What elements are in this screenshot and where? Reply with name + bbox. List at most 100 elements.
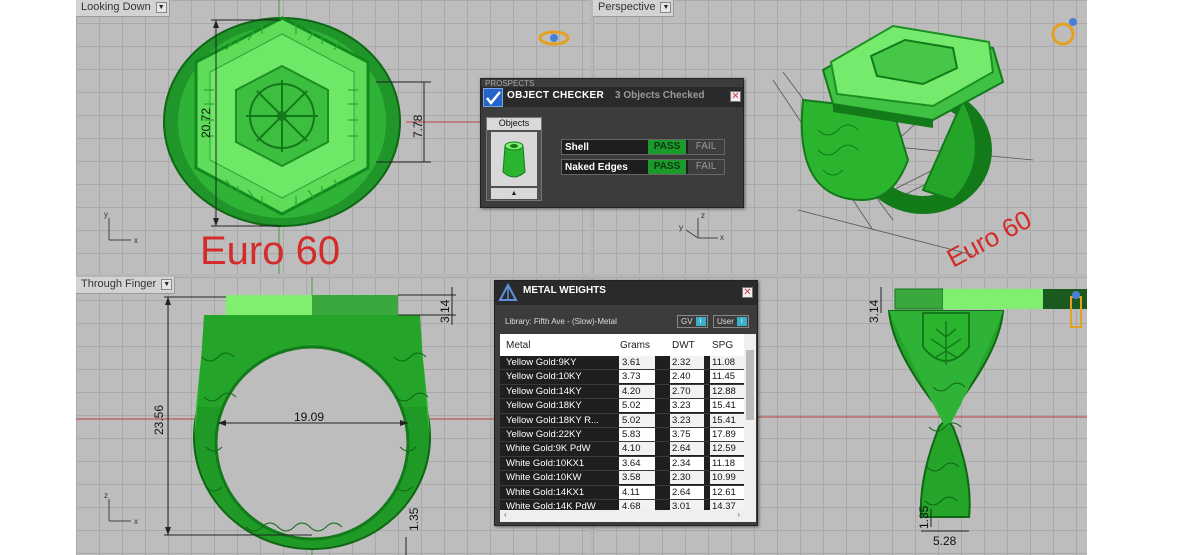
user-label: User — [717, 317, 734, 326]
column-header[interactable]: DWT — [672, 340, 695, 351]
viewport-title-label: Looking Down — [81, 1, 151, 13]
table-row[interactable]: Yellow Gold:14KY 4.20 2.70 12.88 — [500, 384, 744, 400]
dwt-value: 3.23 — [670, 413, 704, 427]
table-row[interactable]: White Gold:10KW 3.58 2.30 10.99 — [500, 471, 744, 486]
library-label: Library: Fifth Ave - (Slow)-Metal — [505, 317, 617, 326]
spg-value: 12.59 — [710, 442, 744, 456]
grams-value: 4.10 — [619, 442, 655, 456]
axis-icon — [685, 218, 718, 239]
spg-value: 15.41 — [710, 399, 744, 413]
euro-caption-perspective: Euro 60 — [942, 204, 1037, 273]
chevron-left-icon[interactable]: ‹ — [504, 510, 507, 519]
dim-height: 23.56 — [152, 405, 166, 435]
gv-toggle[interactable]: GV i — [677, 315, 708, 328]
horizontal-scrollbar[interactable]: ‹ › — [500, 510, 756, 522]
table-row[interactable]: Yellow Gold:18KY 5.02 3.23 15.41 — [500, 399, 744, 414]
checkmark-icon — [483, 88, 503, 107]
svg-text:y: y — [104, 210, 108, 219]
spg-value: 10.99 — [710, 471, 744, 485]
euro-caption: Euro 60 — [200, 229, 340, 273]
metal-name: White Gold:9K PdW — [506, 443, 591, 455]
dim-bottom: 1.35 — [407, 507, 421, 531]
metal-weights-dialog: METAL WEIGHTS ✕ Library: Fifth Ave - (Sl… — [494, 280, 758, 526]
column-header[interactable]: Grams — [620, 340, 650, 351]
viewport-title-perspective[interactable]: Perspective ▼ — [593, 0, 675, 17]
scroll-up-icon[interactable]: ▲ — [491, 188, 537, 199]
close-icon[interactable]: ✕ — [730, 91, 741, 102]
fail-button[interactable]: FAIL — [688, 160, 724, 174]
object-thumbnail[interactable] — [491, 132, 537, 186]
dim-height: 20.72 — [199, 108, 213, 138]
svg-text:x: x — [720, 233, 724, 242]
metal-name: Yellow Gold:22KY — [506, 428, 582, 440]
svg-text:x: x — [134, 517, 138, 526]
gumball-icon[interactable] — [536, 26, 572, 50]
object-checker-header: OBJECT CHECKER 3 Objects Checked ✕ — [481, 87, 743, 107]
info-icon: i — [695, 317, 706, 326]
check-row-naked-edges: Naked Edges PASS FAIL — [561, 159, 725, 175]
grams-value: 4.20 — [619, 384, 655, 398]
table-body: Yellow Gold:9KY 3.61 2.32 11.08 Yellow Gold… — [500, 356, 744, 515]
table-row[interactable]: White Gold:10KX1 3.64 2.34 11.18 — [500, 456, 744, 472]
table-row[interactable]: Yellow Gold:9KY 3.61 2.32 11.08 — [500, 356, 744, 371]
vertical-scrollbar[interactable] — [744, 334, 756, 510]
chevron-right-icon[interactable]: › — [737, 510, 740, 519]
grams-value: 3.61 — [619, 356, 655, 369]
metal-name: Yellow Gold:10KY — [506, 371, 582, 383]
table-row[interactable]: White Gold:9K PdW 4.10 2.64 12.59 — [500, 442, 744, 457]
dwt-value: 2.64 — [670, 485, 704, 499]
metal-name: White Gold:14KX1 — [506, 486, 585, 498]
dwt-value: 2.64 — [670, 442, 704, 456]
column-header[interactable]: Metal — [506, 340, 530, 351]
dwt-value: 3.75 — [670, 427, 704, 441]
table-row[interactable]: White Gold:14KX1 4.11 2.64 12.61 — [500, 485, 744, 500]
dim-width: 7.78 — [411, 114, 425, 138]
metal-name: Yellow Gold:18KY R... — [506, 414, 599, 426]
grams-value: 5.02 — [619, 413, 655, 427]
svg-text:z: z — [104, 491, 108, 500]
user-toggle[interactable]: User i — [713, 315, 749, 328]
objects-checked-count: 3 Objects Checked — [615, 90, 705, 101]
scrollbar-thumb[interactable] — [746, 350, 754, 420]
viewport-title-label: Through Finger — [81, 278, 157, 290]
axis-icon — [108, 499, 131, 522]
pass-button[interactable]: PASS — [648, 140, 686, 154]
fail-button[interactable]: FAIL — [688, 140, 724, 154]
dim-top: 3.14 — [438, 299, 452, 323]
viewport-title-through-finger[interactable]: Through Finger ▼ — [76, 277, 176, 294]
svg-text:z: z — [701, 211, 705, 220]
dwt-value: 2.40 — [670, 370, 704, 384]
chevron-down-icon[interactable]: ▼ — [155, 2, 167, 13]
grams-value: 3.58 — [619, 471, 655, 485]
dim-bottom: 1.35 — [917, 505, 931, 529]
dim-width: 5.28 — [933, 534, 957, 548]
rhino-workspace: 20.72 7.78 y x Euro 60 Looking Down ▼ z … — [76, 0, 1087, 555]
close-icon[interactable]: ✕ — [742, 287, 753, 298]
axis-icon — [108, 218, 131, 241]
spg-value: 17.89 — [710, 427, 744, 441]
table-header: Metal Grams DWT SPG — [500, 334, 744, 356]
dwt-value: 3.23 — [670, 399, 704, 413]
viewport-title-looking-down[interactable]: Looking Down ▼ — [76, 0, 170, 17]
scale-icon — [498, 283, 518, 301]
dwt-value: 2.30 — [670, 471, 704, 485]
svg-text:y: y — [679, 223, 683, 232]
object-checker-title: OBJECT CHECKER — [507, 90, 604, 101]
chevron-down-icon[interactable]: ▼ — [660, 2, 672, 13]
column-header[interactable]: SPG — [712, 340, 733, 351]
metal-weights-table: Metal Grams DWT SPG Yellow Gold:9KY 3.61 2… — [500, 334, 756, 522]
table-row[interactable]: Yellow Gold:18KY R... 5.02 3.23 15.41 — [500, 413, 744, 428]
pass-button[interactable]: PASS — [648, 160, 686, 174]
table-row[interactable]: Yellow Gold:10KY 3.73 2.40 11.45 — [500, 370, 744, 385]
grams-value: 4.11 — [619, 485, 655, 499]
metal-name: White Gold:10KX1 — [506, 457, 585, 469]
dim-top: 3.14 — [867, 299, 881, 323]
metal-weights-header: METAL WEIGHTS ✕ — [495, 281, 757, 305]
dwt-value: 2.70 — [670, 384, 704, 398]
gumball-icon — [1051, 18, 1077, 46]
chevron-down-icon[interactable]: ▼ — [161, 279, 173, 290]
table-row[interactable]: Yellow Gold:22KY 5.83 3.75 17.89 — [500, 427, 744, 443]
spg-value: 11.18 — [710, 456, 744, 470]
gv-label: GV — [681, 317, 693, 326]
metal-weights-title: METAL WEIGHTS — [523, 285, 606, 296]
